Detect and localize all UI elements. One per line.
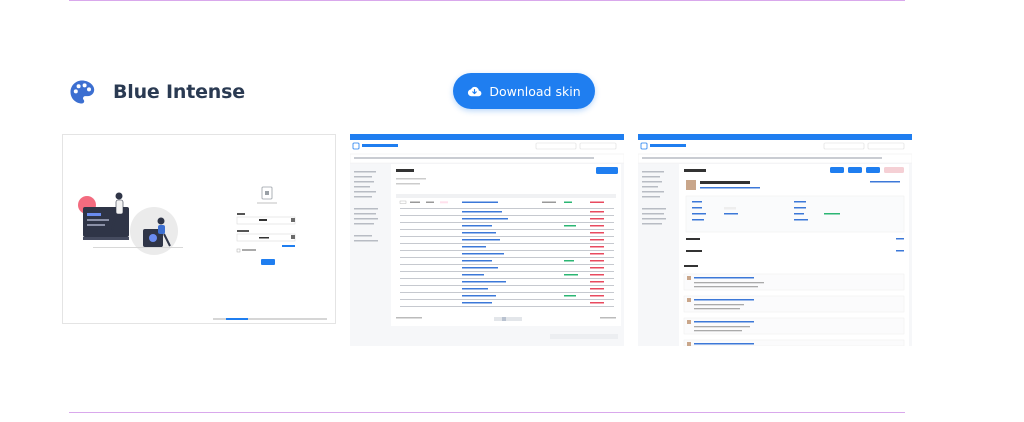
download-skin-label: Download skin: [489, 83, 581, 99]
bottom-divider: [69, 412, 905, 413]
issues-preview-image: [350, 134, 624, 346]
login-preview[interactable]: [62, 134, 336, 324]
top-divider: [69, 0, 905, 1]
palette-icon: [70, 80, 95, 104]
issue-detail-preview-image: [638, 134, 912, 346]
issue-detail-preview[interactable]: [638, 134, 912, 346]
skin-title: Blue Intense: [113, 81, 245, 103]
cloud-download-icon: [468, 86, 482, 96]
skin-showcase: Blue Intense Download skin: [0, 0, 1024, 422]
issues-table-rows: [396, 200, 616, 205]
issues-preview[interactable]: [350, 134, 624, 346]
skin-header: Blue Intense: [69, 74, 245, 110]
download-skin-button[interactable]: Download skin: [453, 73, 595, 109]
login-preview-image: [63, 135, 335, 323]
